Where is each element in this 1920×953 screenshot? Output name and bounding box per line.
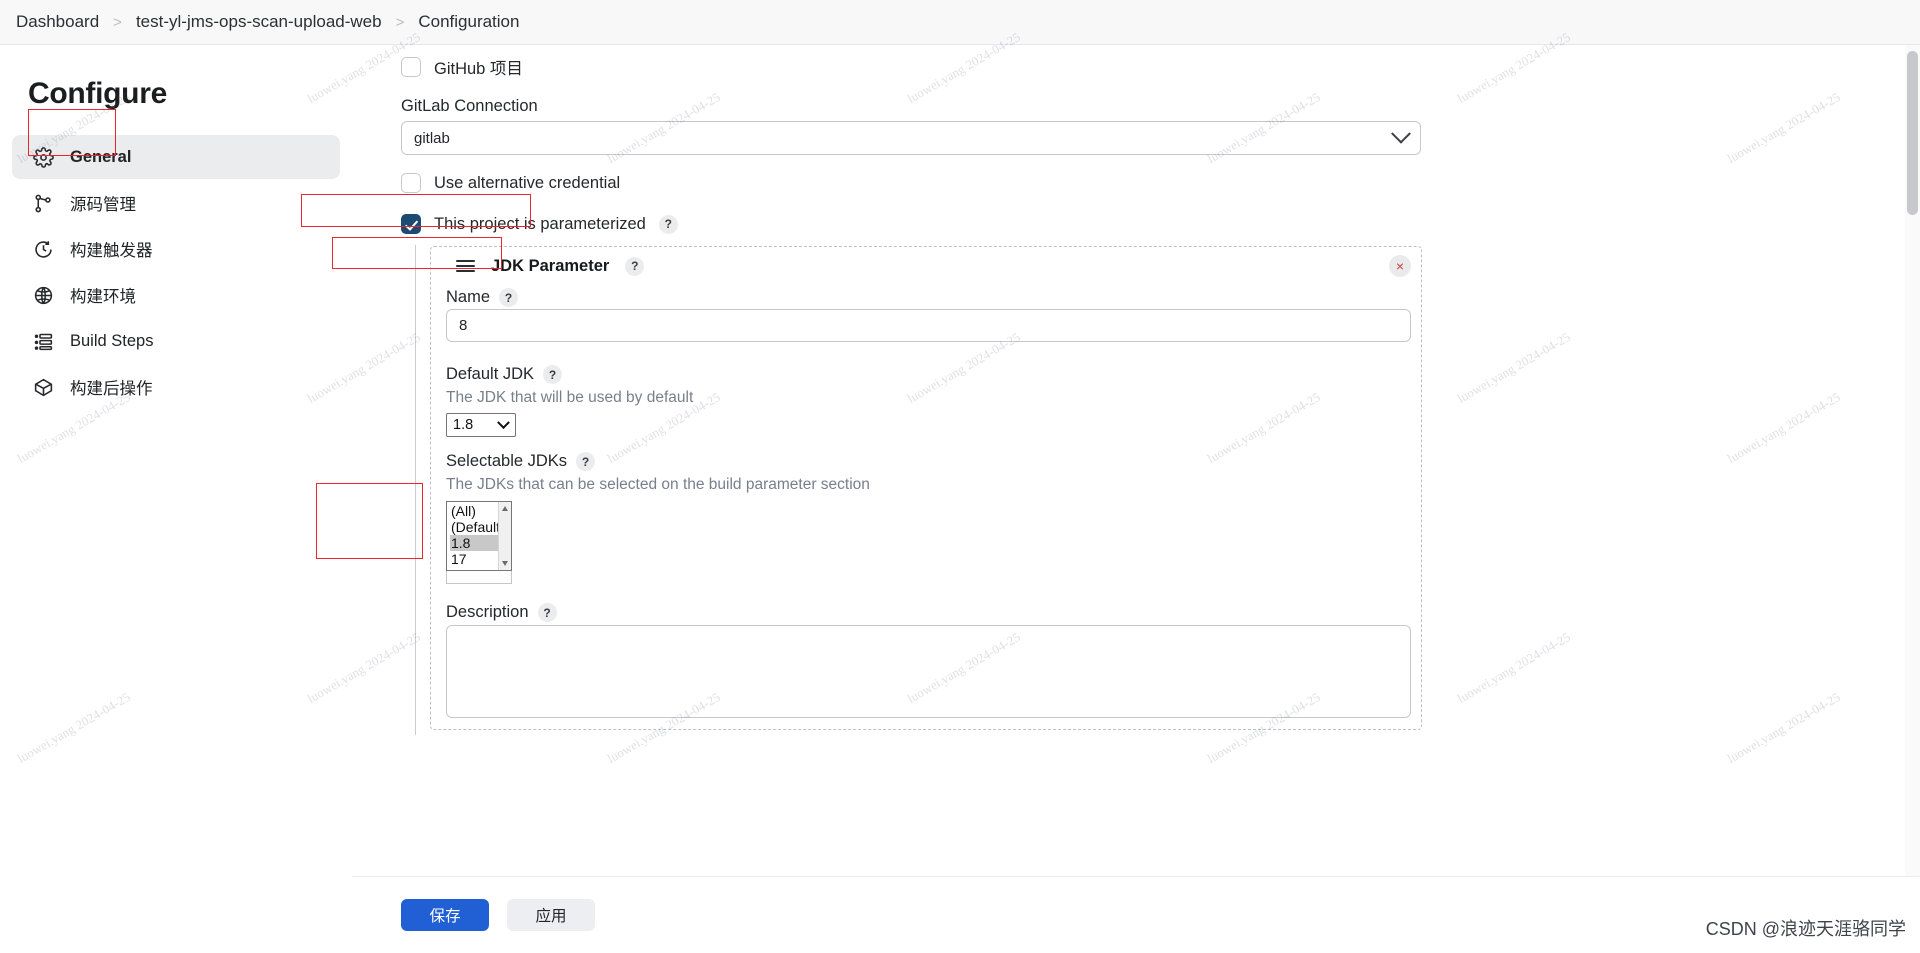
chevron-down-icon	[497, 415, 510, 429]
breadcrumb-item-dashboard[interactable]: Dashboard	[16, 12, 99, 32]
default-jdk-value: 1.8	[453, 417, 474, 433]
globe-icon	[32, 284, 54, 306]
page-scrollbar-track[interactable]	[1905, 45, 1920, 953]
name-label-row: Name ?	[446, 288, 519, 307]
clock-icon	[32, 238, 54, 260]
selectable-jdks-description: The JDKs that can be selected on the bui…	[446, 476, 870, 493]
breadcrumb-separator: >	[395, 13, 405, 31]
help-icon[interactable]: ?	[658, 214, 678, 234]
drag-handle-icon[interactable]	[456, 260, 475, 272]
jdk-parameter-header[interactable]: JDK Parameter ?	[448, 250, 645, 282]
sidebar-item-general[interactable]: General	[12, 135, 340, 179]
configuration-form: GitHub 项目 GitLab Connection gitlab Use a…	[352, 45, 1920, 953]
name-input[interactable]: 8	[446, 309, 1411, 342]
default-jdk-label-row: Default JDK ?	[446, 365, 563, 384]
github-project-checkbox[interactable]	[401, 57, 421, 77]
sidebar-item-label: 构建触发器	[70, 242, 153, 260]
listbox-scrollbar[interactable]	[498, 502, 511, 570]
description-label-row: Description ?	[446, 603, 557, 622]
description-label: Description	[446, 603, 529, 621]
default-jdk-select[interactable]: 1.8	[446, 413, 516, 437]
github-project-label: GitHub 项目	[434, 60, 523, 78]
package-icon	[32, 376, 54, 398]
csdn-credit: CSDN @浪迹天涯骆同学	[1705, 919, 1906, 939]
sidebar-item-build-environment[interactable]: 构建环境	[12, 273, 340, 317]
sidebar-item-label: General	[70, 147, 132, 166]
save-button[interactable]: 保存	[401, 899, 489, 931]
selectable-jdks-listbox[interactable]: (All) (Default) 1.8 17	[446, 501, 512, 584]
name-input-value: 8	[459, 317, 468, 334]
project-parameterized-checkbox[interactable]	[401, 214, 421, 234]
sidebar-item-label: 构建环境	[70, 288, 136, 306]
github-project-checkbox-row[interactable]: GitHub 项目	[401, 55, 523, 79]
use-alternative-credential-row[interactable]: Use alternative credential	[401, 173, 620, 193]
project-parameterized-label: This project is parameterized	[434, 214, 646, 233]
selectable-jdks-label-row: Selectable JDKs ?	[446, 452, 596, 471]
source-control-icon	[32, 192, 54, 214]
use-alternative-credential-label: Use alternative credential	[434, 173, 621, 192]
sidebar-item-build-steps[interactable]: Build Steps	[12, 319, 340, 363]
chevron-down-icon	[1391, 123, 1411, 144]
close-icon[interactable]: ×	[1389, 255, 1411, 277]
use-alternative-credential-checkbox[interactable]	[401, 173, 421, 193]
default-jdk-description: The JDK that will be used by default	[446, 389, 694, 406]
apply-button[interactable]: 应用	[507, 899, 595, 931]
sidebar-item-post-build-actions[interactable]: 构建后操作	[12, 365, 340, 409]
form-footer: 保存 应用	[352, 876, 1920, 953]
sidebar-item-build-triggers[interactable]: 构建触发器	[12, 227, 340, 271]
list-icon	[32, 330, 54, 352]
page-title: Configure	[28, 77, 167, 110]
remove-parameter-button[interactable]: ×	[1389, 255, 1411, 277]
help-icon[interactable]: ?	[625, 256, 645, 276]
jdk-parameter-title: JDK Parameter	[491, 256, 610, 275]
help-icon[interactable]: ?	[499, 288, 519, 307]
parameter-guide-line	[415, 245, 416, 735]
sidebar-item-source-control[interactable]: 源码管理	[12, 181, 340, 225]
help-icon[interactable]: ?	[543, 365, 563, 384]
scroll-down-icon[interactable]	[502, 561, 508, 566]
sidebar-nav: General 源码管理 构建触发器 构建环境 Build Steps 构建后操…	[0, 135, 352, 409]
default-jdk-label: Default JDK	[446, 365, 535, 383]
sidebar: Configure General 源码管理 构建触发器 构建环境 Build …	[0, 45, 352, 953]
listbox-resize-handle[interactable]	[446, 571, 512, 584]
page-scrollbar-thumb[interactable]	[1907, 51, 1918, 215]
breadcrumb-separator: >	[113, 13, 122, 31]
selectable-jdks-label: Selectable JDKs	[446, 452, 568, 470]
gitlab-connection-value: gitlab	[414, 129, 450, 147]
breadcrumb: Dashboard > test-yl-jms-ops-scan-upload-…	[0, 0, 1920, 45]
gear-icon	[32, 146, 54, 168]
sidebar-item-label: 构建后操作	[70, 380, 153, 398]
help-icon[interactable]: ?	[537, 603, 557, 622]
help-icon[interactable]: ?	[576, 452, 596, 471]
breadcrumb-item-configuration[interactable]: Configuration	[418, 12, 519, 32]
sidebar-item-label: Build Steps	[70, 331, 154, 350]
jenkins-configure-page: Dashboard > test-yl-jms-ops-scan-upload-…	[0, 0, 1920, 953]
project-parameterized-row[interactable]: This project is parameterized ?	[401, 214, 678, 234]
gitlab-connection-select[interactable]: gitlab	[401, 121, 1421, 155]
name-label: Name	[446, 288, 491, 306]
sidebar-item-label: 源码管理	[70, 196, 136, 214]
gitlab-connection-label: GitLab Connection	[401, 97, 538, 115]
description-textarea[interactable]	[446, 625, 1411, 718]
breadcrumb-item-job[interactable]: test-yl-jms-ops-scan-upload-web	[136, 12, 382, 32]
scroll-up-icon[interactable]	[502, 506, 508, 511]
